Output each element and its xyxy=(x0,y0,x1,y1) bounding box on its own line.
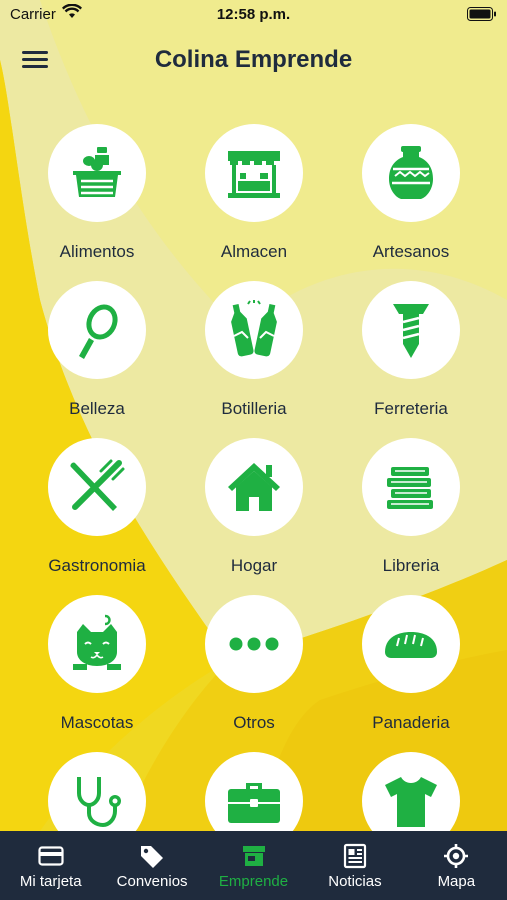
battery-icon xyxy=(467,7,497,26)
tab-label: Convenios xyxy=(116,873,188,890)
category-label: Otros xyxy=(233,713,275,732)
category-vestuario[interactable] xyxy=(336,752,486,831)
storefront-icon xyxy=(228,151,280,198)
category-circle xyxy=(205,124,303,222)
tab-label: Emprende xyxy=(218,873,289,890)
category-label: Ferreteria xyxy=(374,399,448,418)
category-panaderia[interactable]: Panaderia xyxy=(336,595,486,745)
newspaper-icon xyxy=(342,843,368,869)
category-circle xyxy=(362,752,460,831)
briefcase-icon xyxy=(228,783,280,823)
tab-convenios[interactable]: Convenios xyxy=(101,831,202,900)
category-salud[interactable] xyxy=(22,752,172,831)
stethoscope-icon xyxy=(77,777,121,828)
status-time: 12:58 p.m. xyxy=(216,6,291,23)
category-label: Belleza xyxy=(69,399,125,418)
category-grid: Alimentos Almacen Artesanos Belleza Boti… xyxy=(0,124,507,831)
category-label: Hogar xyxy=(230,556,278,575)
cat-icon xyxy=(73,614,121,670)
category-circle xyxy=(205,281,303,379)
category-otros[interactable]: Otros xyxy=(179,595,329,745)
tab-emprende[interactable]: Emprende xyxy=(203,831,304,900)
category-circle xyxy=(205,752,303,831)
category-circle xyxy=(205,595,303,693)
category-label: Alimentos xyxy=(59,242,135,261)
tab-label: Mapa xyxy=(437,873,476,890)
category-belleza[interactable]: Belleza xyxy=(22,281,172,431)
bottom-tab-bar: Mi tarjeta Convenios Emprende Noticias M… xyxy=(0,831,507,900)
category-label: Artesanos xyxy=(372,242,450,261)
app-header: Colina Emprende xyxy=(0,40,507,84)
category-gastronomia[interactable]: Gastronomia xyxy=(22,438,172,588)
category-label: Gastronomia xyxy=(48,556,146,575)
category-circle xyxy=(362,438,460,536)
category-circle xyxy=(205,438,303,536)
category-libreria[interactable]: Libreria xyxy=(336,438,486,588)
category-circle xyxy=(48,124,146,222)
category-mascotas[interactable]: Mascotas xyxy=(22,595,172,745)
tag-icon xyxy=(139,843,165,869)
store-icon xyxy=(241,843,267,869)
tab-noticias[interactable]: Noticias xyxy=(304,831,405,900)
tab-label: Noticias xyxy=(328,873,382,890)
card-icon xyxy=(38,843,64,869)
category-circle xyxy=(48,595,146,693)
category-label: Libreria xyxy=(382,556,440,575)
tab-mi-tarjeta[interactable]: Mi tarjeta xyxy=(0,831,101,900)
category-label: Botilleria xyxy=(221,399,287,418)
fork-knife-icon xyxy=(70,459,125,511)
hand-mirror-icon xyxy=(79,304,118,359)
category-hogar[interactable]: Hogar xyxy=(179,438,329,588)
category-label: Mascotas xyxy=(60,713,134,732)
page-title: Colina Emprende xyxy=(154,46,353,73)
category-alimentos[interactable]: Alimentos xyxy=(22,124,172,274)
tab-mapa[interactable]: Mapa xyxy=(406,831,507,900)
category-botilleria[interactable]: Botilleria xyxy=(179,281,329,431)
books-icon xyxy=(387,467,433,509)
category-circle xyxy=(48,438,146,536)
category-label: Panaderia xyxy=(372,713,450,732)
category-label: Almacen xyxy=(220,242,288,261)
vase-icon xyxy=(389,146,433,199)
house-icon xyxy=(228,463,280,511)
status-bar: Carrier 12:58 p.m. xyxy=(0,0,507,30)
bread-icon xyxy=(385,632,437,658)
category-circle xyxy=(362,124,460,222)
category-servicios[interactable] xyxy=(179,752,329,831)
tshirt-icon xyxy=(385,777,437,827)
screw-icon xyxy=(393,304,429,358)
tab-label: Mi tarjeta xyxy=(19,873,82,890)
category-circle xyxy=(362,595,460,693)
category-artesanos[interactable]: Artesanos xyxy=(336,124,486,274)
category-almacen[interactable]: Almacen xyxy=(179,124,329,274)
category-ferreteria[interactable]: Ferreteria xyxy=(336,281,486,431)
category-circle xyxy=(362,281,460,379)
category-circle xyxy=(48,281,146,379)
beer-bottles-icon xyxy=(231,300,277,357)
ellipsis-icon xyxy=(229,637,279,651)
grocery-basket-icon xyxy=(73,147,121,197)
category-circle xyxy=(48,752,146,831)
location-icon xyxy=(443,843,469,869)
